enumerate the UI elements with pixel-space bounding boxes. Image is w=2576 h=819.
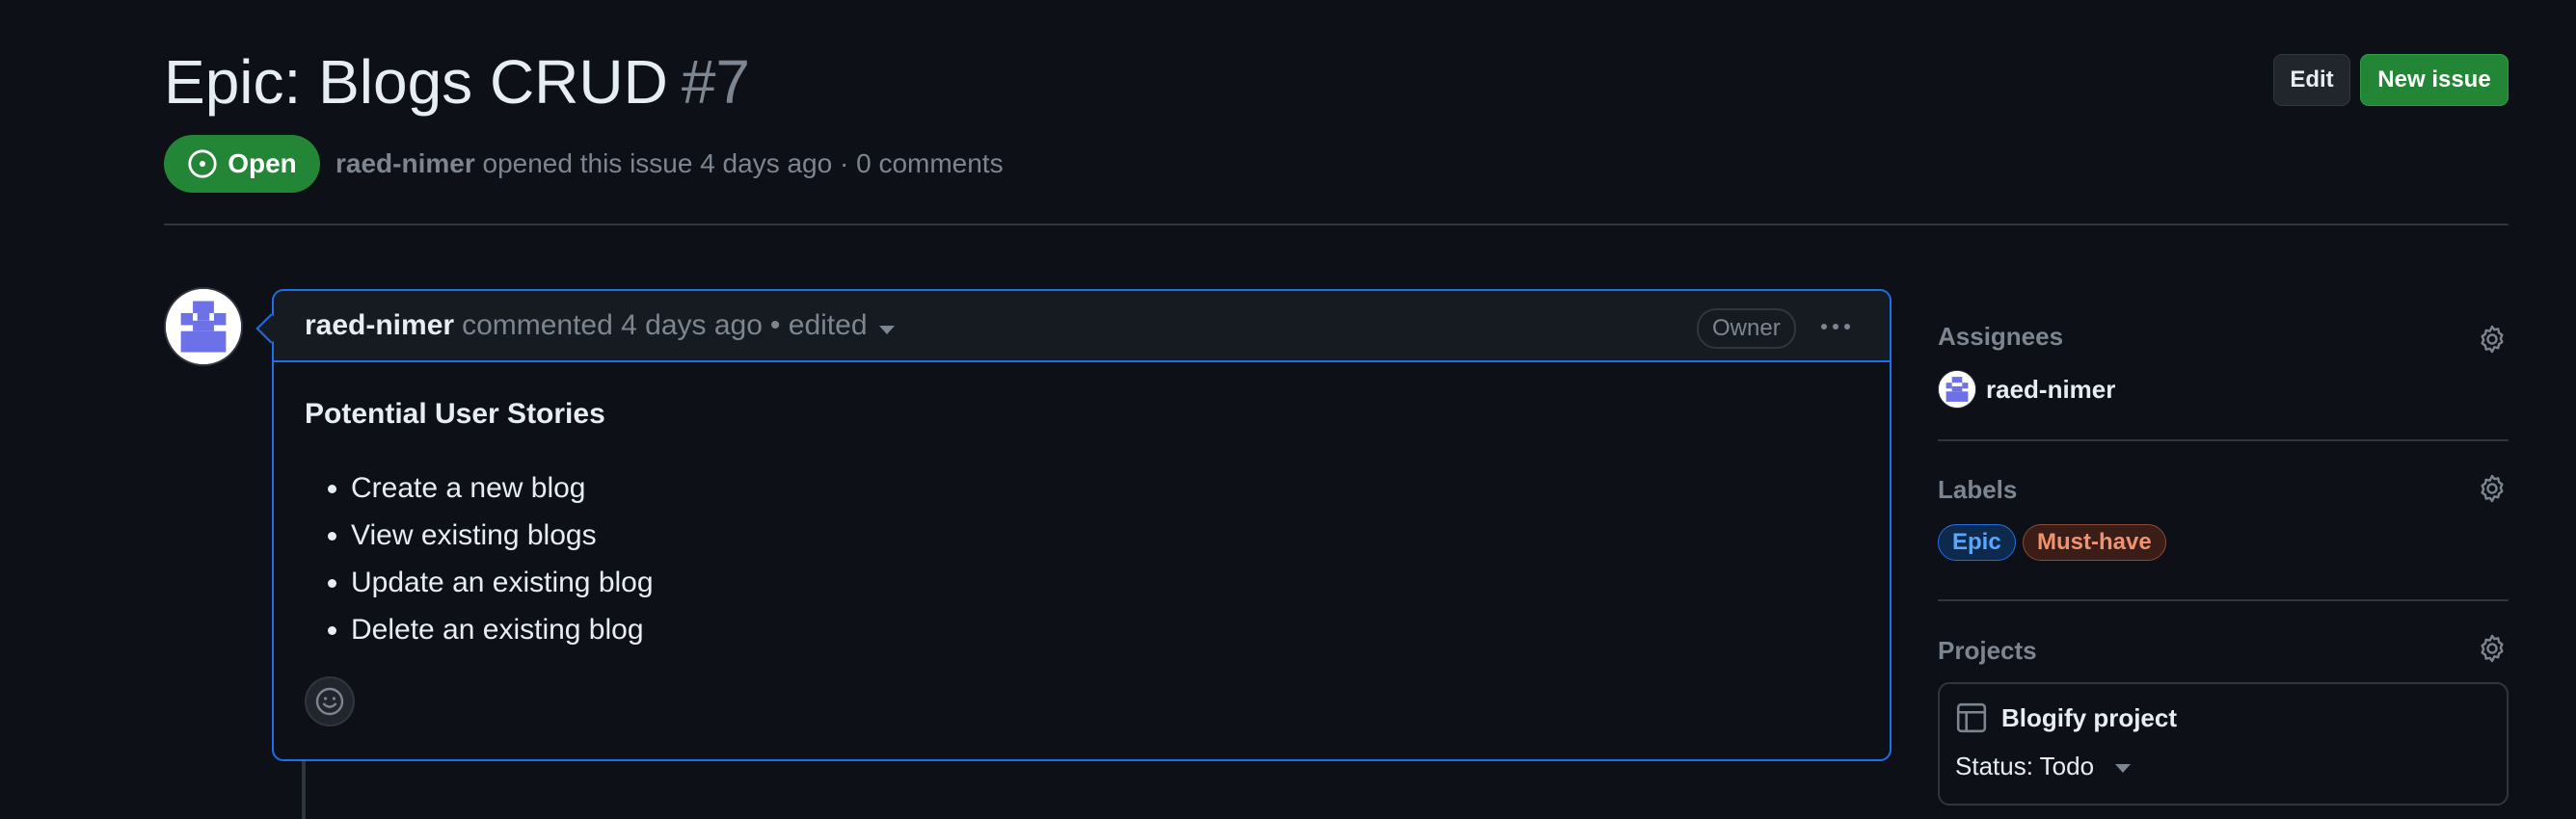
kebab-dot [1833, 324, 1838, 330]
issue-state-label: Open [228, 148, 297, 178]
new-issue-button[interactable]: New issue [2360, 54, 2509, 106]
timeline-line [302, 761, 306, 819]
list-item: View existing blogs [351, 512, 654, 559]
comment-author-link[interactable]: raed-nimer [305, 306, 454, 345]
project-name: Blogify project [2001, 702, 2178, 732]
identicon-avatar-icon [166, 289, 241, 364]
identicon-avatar-icon [1939, 371, 1975, 408]
issue-title-text: Epic: Blogs CRUD [164, 47, 668, 117]
issue-opened-text: opened this issue 4 days ago [482, 148, 833, 178]
comment-edited-dropdown[interactable]: • edited [770, 306, 895, 345]
list-item: Create a new blog [351, 464, 654, 512]
gear-icon[interactable] [2476, 323, 2509, 356]
avatar [1938, 370, 1976, 409]
header-divider [164, 224, 2509, 225]
comment-header-text: raed-nimer commented 4 days ago • edited [305, 306, 895, 345]
comment-edited-label: • edited [769, 309, 868, 341]
issue-meta: raed-nimer opened this issue 4 days ago … [335, 145, 1004, 183]
assignees-heading: Assignees [1938, 322, 2064, 351]
label-must-have[interactable]: Must-have [2023, 524, 2166, 561]
kebab-dot [1821, 324, 1827, 330]
table-icon [1956, 702, 1987, 733]
issue-comments-count: · 0 comments [839, 148, 1004, 178]
labels-heading: Labels [1938, 475, 2018, 504]
smiley-icon [315, 687, 344, 716]
chevron-down-icon [2115, 764, 2132, 773]
issue-opened-icon [188, 149, 217, 178]
avatar[interactable] [164, 287, 243, 366]
project-status-dropdown[interactable]: Status: Todo [1955, 752, 2132, 781]
comment-body-heading: Potential User Stories [305, 398, 605, 430]
gear-icon[interactable] [2476, 632, 2509, 665]
sidebar-divider [1938, 439, 2509, 441]
issue-author-link[interactable]: raed-nimer [335, 148, 475, 178]
issue-state-badge: Open [164, 135, 320, 193]
label-epic[interactable]: Epic [1938, 524, 2016, 561]
assignee-item[interactable]: raed-nimer [1938, 370, 2115, 409]
edit-button[interactable]: Edit [2273, 54, 2350, 106]
chevron-down-icon [878, 326, 895, 334]
owner-badge: Owner [1697, 308, 1796, 349]
add-reaction-button[interactable] [305, 676, 355, 727]
projects-heading: Projects [1938, 636, 2037, 665]
kebab-dot [1844, 324, 1850, 330]
list-item: Update an existing blog [351, 559, 654, 606]
project-status-label: Status: Todo [1955, 752, 2095, 780]
assignee-name: raed-nimer [1986, 374, 2116, 404]
comment-timestamp[interactable]: commented 4 days ago [462, 306, 763, 345]
list-item: Delete an existing blog [351, 606, 654, 653]
issue-title: Epic: Blogs CRUD #7 [164, 39, 750, 125]
project-link[interactable]: Blogify project [1955, 701, 2177, 734]
comment-options-kebab-icon[interactable] [1816, 310, 1855, 343]
user-stories-list: Create a new blog View existing blogs Up… [305, 464, 654, 653]
issue-number: #7 [681, 47, 750, 117]
gear-icon[interactable] [2476, 472, 2509, 505]
sidebar-divider [1938, 599, 2509, 601]
